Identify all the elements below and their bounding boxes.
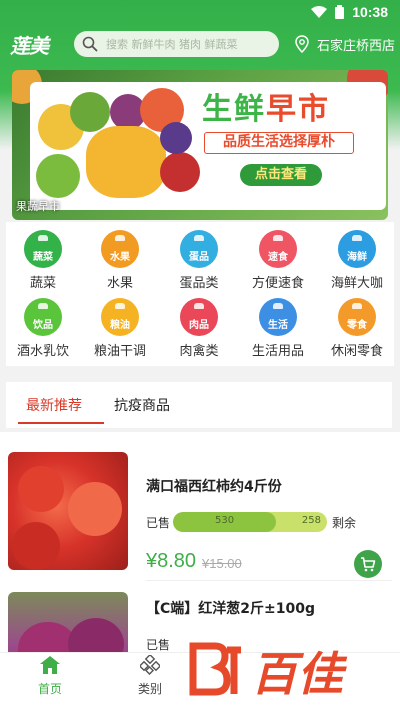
banner-cta-button[interactable]: 点击查看 — [240, 164, 322, 186]
category-badge: 零食 — [347, 319, 367, 331]
tab-anti-epidemic[interactable]: 抗疫商品 — [114, 395, 170, 415]
nav-label: 首页 — [37, 682, 62, 696]
product-list: 满口福西红柿约4斤份 已售 530 258 剩余 ¥8.80 ¥15.00 【C… — [0, 432, 400, 710]
category-label: 蔬菜 — [29, 276, 56, 291]
nav-category[interactable]: 类别 — [120, 653, 180, 697]
category-badge: 速食 — [268, 251, 288, 263]
banner-title-part: 生鲜 — [202, 92, 266, 127]
snack-icon: 零食 — [338, 298, 376, 336]
category-label: 酒水乳饮 — [16, 344, 69, 359]
category-badge: 海鲜 — [347, 251, 367, 263]
category-label: 蛋品类 — [179, 276, 219, 291]
category-badge: 蔬菜 — [33, 251, 53, 263]
category-grid: 蔬菜 蔬菜 水果 水果 蛋品 蛋品类 速食 方便速食 海鲜 海鲜大咖 饮品 酒水… — [6, 222, 394, 366]
row-divider — [146, 580, 392, 581]
category-label: 休闲零食 — [330, 344, 383, 359]
category-badge: 饮品 — [33, 319, 53, 331]
category-daily-goods[interactable]: 生活 生活用品 — [243, 298, 313, 359]
store-location[interactable]: 石家庄桥西店 — [295, 35, 395, 54]
app-logo[interactable]: 莲美 — [10, 29, 60, 59]
category-badge: 蛋品 — [189, 251, 209, 263]
tomato-decoration — [68, 482, 122, 536]
product-name[interactable]: 【C端】红洋葱2斤±100g — [146, 598, 315, 618]
category-badge: 肉品 — [189, 319, 209, 331]
category-drinks[interactable]: 饮品 酒水乳饮 — [8, 298, 78, 359]
battery-icon — [335, 5, 345, 19]
tomato-decoration — [18, 466, 64, 512]
top-header: 莲美 搜索 新鲜牛肉 猪肉 鲜蔬菜 石家庄桥西店 — [0, 26, 400, 62]
remaining-label: 剩余 — [332, 516, 357, 530]
watermark-logo: 百佳 — [189, 642, 348, 701]
banner-title: 生鲜早市 — [202, 84, 330, 128]
watermark-text: 百佳 — [251, 647, 348, 701]
category-instant-food[interactable]: 速食 方便速食 — [243, 230, 313, 291]
category-label: 海鲜大咖 — [330, 276, 383, 291]
drink-icon: 饮品 — [24, 298, 62, 336]
wifi-icon — [311, 6, 328, 18]
category-vegetables[interactable]: 蔬菜 蔬菜 — [8, 230, 78, 291]
category-snacks[interactable]: 零食 休闲零食 — [322, 298, 392, 359]
category-fruit[interactable]: 水果 水果 — [85, 230, 155, 291]
nav-label: 类别 — [137, 682, 162, 696]
sold-count: 530 — [215, 515, 235, 526]
cart-icon — [361, 556, 376, 571]
status-bar: 10:38 — [0, 0, 400, 24]
tab-latest-recommend[interactable]: 最新推荐 — [26, 395, 82, 415]
category-label: 方便速食 — [251, 276, 304, 291]
sold-label: 已售 — [146, 638, 171, 652]
egg-icon: 蛋品 — [180, 230, 218, 268]
nav-home[interactable]: 首页 — [20, 655, 80, 697]
category-icon — [138, 653, 162, 676]
category-label: 肉禽类 — [179, 344, 219, 359]
daily-goods-icon: 生活 — [259, 298, 297, 336]
product-tabs: 最新推荐 抗疫商品 — [6, 382, 392, 428]
location-label: 石家庄桥西店 — [317, 38, 396, 54]
grain-oil-icon: 粮油 — [101, 298, 139, 336]
category-badge: 粮油 — [110, 319, 130, 331]
home-icon — [40, 656, 60, 674]
location-pin-icon — [295, 35, 309, 53]
banner-subtitle: 品质生活选择厚朴 — [204, 132, 354, 154]
fruit-icon: 水果 — [101, 230, 139, 268]
search-bar[interactable]: 搜索 新鲜牛肉 猪肉 鲜蔬菜 — [74, 31, 279, 57]
category-meat[interactable]: 肉品 肉禽类 — [164, 298, 234, 359]
meat-icon: 肉品 — [180, 298, 218, 336]
product-image-tomato[interactable] — [8, 452, 128, 570]
tomato-decoration — [12, 522, 60, 570]
search-icon — [82, 36, 98, 52]
banner-fruit-decoration — [70, 92, 110, 132]
banner-fruit-decoration — [36, 154, 80, 198]
category-seafood[interactable]: 海鲜 海鲜大咖 — [322, 230, 392, 291]
category-badge: 生活 — [268, 319, 288, 331]
sales-progress-bar: 530 258 — [173, 512, 327, 532]
promo-banner[interactable]: 生鲜早市 品质生活选择厚朴 点击查看 果蔬早市 — [12, 70, 388, 220]
category-label: 生活用品 — [251, 344, 304, 359]
banner-fruit-decoration — [86, 126, 166, 198]
product-name[interactable]: 满口福西红柿约4斤份 — [146, 476, 282, 496]
category-label: 粮油干调 — [93, 344, 146, 359]
instant-food-icon: 速食 — [259, 230, 297, 268]
banner-fruit-decoration — [160, 152, 200, 192]
category-badge: 水果 — [110, 251, 130, 263]
category-grain-oil[interactable]: 粮油 粮油干调 — [85, 298, 155, 359]
active-tab-indicator — [18, 422, 104, 424]
add-to-cart-button[interactable] — [354, 550, 382, 578]
stock-count: 258 — [301, 515, 321, 526]
banner-caption: 果蔬早市 — [16, 200, 60, 213]
product-price: ¥8.80 — [146, 550, 197, 572]
original-price: ¥15.00 — [202, 556, 242, 571]
category-label: 水果 — [106, 276, 133, 291]
category-eggs[interactable]: 蛋品 蛋品类 — [164, 230, 234, 291]
search-placeholder: 搜索 新鲜牛肉 猪肉 鲜蔬菜 — [106, 38, 238, 51]
seafood-icon: 海鲜 — [338, 230, 376, 268]
banner-title-accent: 早市 — [266, 92, 330, 127]
banner-fruit-decoration — [160, 122, 192, 154]
vegetable-icon: 蔬菜 — [24, 230, 62, 268]
sold-label: 已售 — [146, 516, 171, 530]
status-time: 10:38 — [352, 4, 388, 20]
